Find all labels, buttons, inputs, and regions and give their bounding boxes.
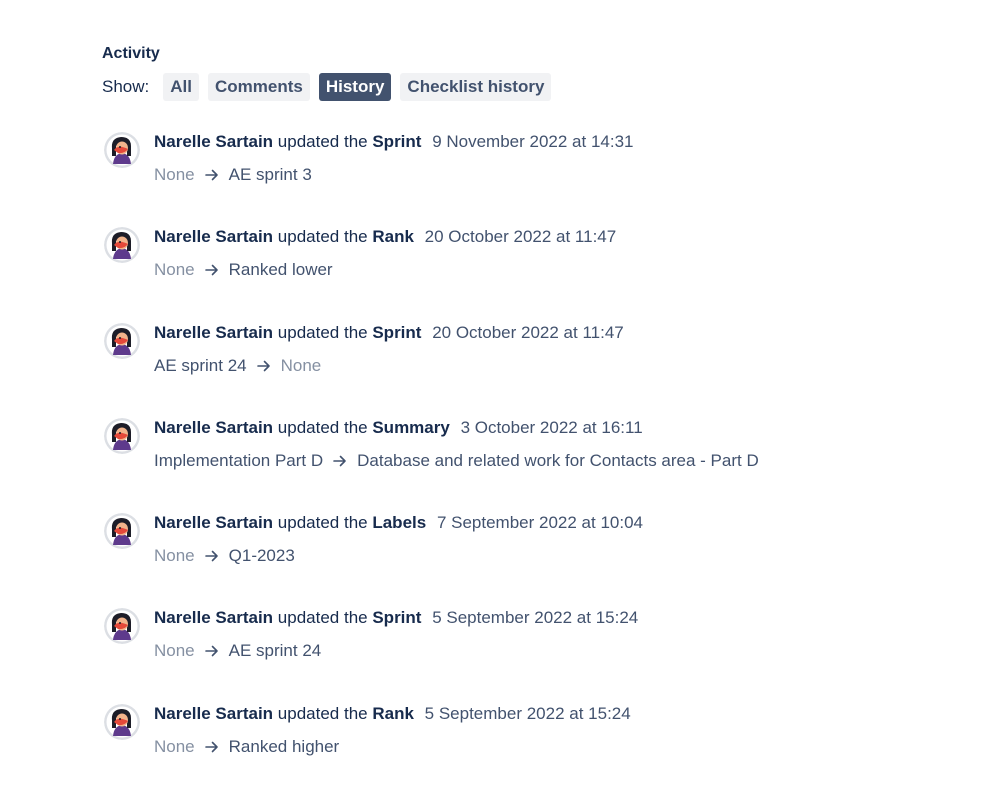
history-change: Implementation Part D Database and relat… bbox=[154, 449, 759, 473]
field-name: Labels bbox=[372, 513, 427, 533]
new-value: None bbox=[280, 355, 322, 375]
arrow-right-icon bbox=[204, 741, 218, 753]
action-text: updated the bbox=[277, 227, 368, 247]
history-entry-header: Narelle Sartain updated the Sprint 9 Nov… bbox=[154, 130, 634, 154]
action-text: updated the bbox=[277, 608, 368, 628]
arrow-right-icon bbox=[204, 264, 218, 276]
history-change: AE sprint 24 None bbox=[154, 354, 624, 378]
user-avatar-icon[interactable] bbox=[104, 132, 140, 168]
entry-date[interactable]: 20 October 2022 at 11:47 bbox=[425, 227, 617, 246]
history-entry: Narelle Sartain updated the Sprint 20 Oc… bbox=[102, 317, 982, 412]
new-value: AE sprint 3 bbox=[228, 165, 312, 184]
field-name: Summary bbox=[372, 417, 450, 437]
old-value: None bbox=[154, 260, 195, 280]
old-value: AE sprint 24 bbox=[154, 355, 247, 375]
author-name[interactable]: Narelle Sartain bbox=[154, 323, 273, 342]
history-entry: Narelle Sartain updated the Sprint 9 Nov… bbox=[102, 126, 982, 221]
activity-title: Activity bbox=[102, 45, 160, 62]
author-name[interactable]: Narelle Sartain bbox=[154, 132, 273, 151]
user-avatar-icon[interactable] bbox=[104, 322, 140, 359]
entry-date[interactable]: 7 September 2022 at 10:04 bbox=[437, 513, 643, 532]
history-entry: Narelle Sartain updated the Sprint 5 Sep… bbox=[102, 602, 982, 697]
author-name[interactable]: Narelle Sartain bbox=[154, 513, 273, 532]
entry-date[interactable]: 3 October 2022 at 16:11 bbox=[461, 418, 643, 437]
history-entry-body: Narelle Sartain updated the Summary 3 Oc… bbox=[154, 416, 759, 473]
activity-section: Activity Show: All Comments History Chec… bbox=[102, 44, 962, 101]
history-change: None Ranked lower bbox=[154, 258, 616, 282]
user-avatar-icon[interactable] bbox=[104, 417, 140, 454]
history-change: None AE sprint 24 bbox=[154, 639, 638, 663]
history-entry: Narelle Sartain updated the Summary 3 Oc… bbox=[102, 412, 982, 507]
action-text: updated the bbox=[277, 322, 368, 342]
action-text: updated the bbox=[277, 417, 368, 437]
user-avatar-icon[interactable] bbox=[104, 227, 140, 264]
arrow-right-icon bbox=[256, 360, 270, 371]
history-entry-body: Narelle Sartain updated the Sprint 20 Oc… bbox=[154, 321, 624, 378]
entry-date[interactable]: 20 October 2022 at 11:47 bbox=[432, 323, 624, 342]
history-entry-header: Narelle Sartain updated the Summary 3 Oc… bbox=[154, 416, 759, 440]
filter-checklist-history-button[interactable]: Checklist history bbox=[400, 73, 552, 101]
new-value: Ranked lower bbox=[228, 260, 333, 280]
old-value: Implementation Part D bbox=[154, 450, 324, 470]
history-change: None AE sprint 3 bbox=[154, 163, 634, 187]
old-value: None bbox=[154, 641, 195, 661]
user-avatar-icon[interactable] bbox=[104, 513, 140, 550]
filter-all-button[interactable]: All bbox=[163, 73, 199, 101]
author-name[interactable]: Narelle Sartain bbox=[154, 227, 273, 246]
filter-comments-button[interactable]: Comments bbox=[207, 73, 310, 101]
action-text: updated the bbox=[277, 703, 368, 723]
filter-history-button[interactable]: History bbox=[318, 73, 392, 101]
old-value: None bbox=[154, 546, 195, 566]
history-entry: Narelle Sartain updated the Rank 5 Septe… bbox=[102, 698, 982, 793]
arrow-right-icon bbox=[333, 455, 346, 467]
history-entry-header: Narelle Sartain updated the Sprint 20 Oc… bbox=[154, 321, 624, 345]
history-entry-body: Narelle Sartain updated the Rank 20 Octo… bbox=[154, 225, 616, 282]
old-value: None bbox=[154, 165, 195, 184]
history-entry-body: Narelle Sartain updated the Sprint 9 Nov… bbox=[154, 130, 634, 187]
history-list: Narelle Sartain updated the Sprint 9 Nov… bbox=[102, 126, 982, 793]
action-text: updated the bbox=[277, 132, 368, 151]
history-entry-body: Narelle Sartain updated the Labels 7 Sep… bbox=[154, 511, 643, 568]
history-entry-header: Narelle Sartain updated the Labels 7 Sep… bbox=[154, 511, 643, 535]
history-entry-header: Narelle Sartain updated the Rank 5 Septe… bbox=[154, 702, 631, 726]
author-name[interactable]: Narelle Sartain bbox=[154, 418, 273, 437]
entry-date[interactable]: 9 November 2022 at 14:31 bbox=[432, 132, 633, 151]
user-avatar-icon[interactable] bbox=[104, 703, 140, 740]
history-change: None Q1-2023 bbox=[154, 544, 643, 568]
new-value: Ranked higher bbox=[228, 736, 340, 756]
activity-filter-bar: Show: All Comments History Checklist his… bbox=[102, 73, 962, 101]
field-name: Rank bbox=[372, 703, 414, 723]
history-entry-header: Narelle Sartain updated the Rank 20 Octo… bbox=[154, 225, 616, 249]
field-name: Sprint bbox=[372, 608, 422, 628]
arrow-right-icon bbox=[204, 169, 218, 181]
new-value: Q1-2023 bbox=[228, 546, 295, 566]
author-name[interactable]: Narelle Sartain bbox=[154, 704, 273, 723]
history-entry: Narelle Sartain updated the Labels 7 Sep… bbox=[102, 507, 982, 602]
new-value: AE sprint 24 bbox=[228, 641, 322, 661]
history-entry: Narelle Sartain updated the Rank 20 Octo… bbox=[102, 221, 982, 316]
history-entry-header: Narelle Sartain updated the Sprint 5 Sep… bbox=[154, 606, 638, 630]
history-entry-body: Narelle Sartain updated the Rank 5 Septe… bbox=[154, 702, 631, 759]
entry-date[interactable]: 5 September 2022 at 15:24 bbox=[432, 608, 638, 627]
action-text: updated the bbox=[277, 513, 368, 533]
author-name[interactable]: Narelle Sartain bbox=[154, 608, 273, 627]
arrow-right-icon bbox=[204, 646, 218, 657]
field-name: Rank bbox=[372, 227, 414, 247]
field-name: Sprint bbox=[372, 132, 422, 151]
old-value: None bbox=[154, 736, 195, 756]
user-avatar-icon[interactable] bbox=[104, 608, 140, 645]
entry-date[interactable]: 5 September 2022 at 15:24 bbox=[425, 704, 631, 723]
arrow-right-icon bbox=[204, 550, 218, 562]
new-value: Database and related work for Contacts a… bbox=[357, 450, 759, 470]
show-label: Show: bbox=[102, 77, 150, 96]
history-change: None Ranked higher bbox=[154, 735, 631, 759]
field-name: Sprint bbox=[372, 322, 422, 342]
history-entry-body: Narelle Sartain updated the Sprint 5 Sep… bbox=[154, 606, 638, 663]
